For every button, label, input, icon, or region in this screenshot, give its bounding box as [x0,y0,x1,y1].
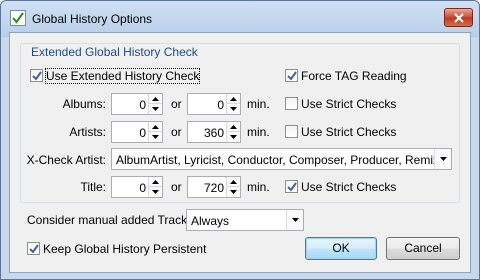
keep-persistent-checkbox[interactable] [27,242,40,255]
title-max-value[interactable]: 720 [204,181,224,195]
spin-up-button[interactable] [227,94,240,104]
cancel-button[interactable]: Cancel [386,237,460,260]
albums-or-label: or [171,97,182,111]
artists-label: Artists: [69,125,106,139]
title-label: Title: [80,180,106,194]
app-checkmark-icon [10,10,26,26]
force-tag-label[interactable]: Force TAG Reading [301,69,407,83]
artists-max-value[interactable]: 360 [204,126,224,140]
spin-down-button[interactable] [227,104,240,114]
up-arrow-icon [152,97,159,101]
down-arrow-icon [152,107,159,111]
spin-up-button[interactable] [227,177,240,187]
force-tag-checkbox[interactable] [285,69,298,82]
up-arrow-icon [152,180,159,184]
checkmark-icon [32,71,42,81]
checkmark-icon [29,244,39,254]
title-strict-checkbox[interactable] [285,180,298,193]
spin-up-button[interactable] [149,122,162,132]
albums-min-value[interactable]: 0 [139,98,146,112]
down-arrow-icon [230,107,237,111]
artists-strict-label[interactable]: Use Strict Checks [301,125,396,139]
ok-button[interactable]: OK [305,237,377,260]
up-arrow-icon [230,180,237,184]
down-arrow-icon [152,135,159,139]
xcheck-artist-value[interactable]: AlbumArtist, Lyricist, Conductor, Compos… [116,153,434,167]
spin-down-button[interactable] [227,132,240,142]
close-icon [454,13,464,23]
artists-min-spinner[interactable]: 0 [111,121,163,143]
manual-tracks-value[interactable]: Always [191,214,229,228]
checkmark-icon [287,71,297,81]
albums-unit-label: min. [247,97,270,111]
up-arrow-icon [230,125,237,129]
title-unit-label: min. [247,180,270,194]
dropdown-button[interactable] [286,210,303,230]
title-min-value[interactable]: 0 [139,181,146,195]
title-or-label: or [171,180,182,194]
use-extended-label[interactable]: Use Extended History Check [44,68,201,84]
spin-down-button[interactable] [227,187,240,197]
keep-persistent-label[interactable]: Keep Global History Persistent [43,242,206,256]
spin-up-button[interactable] [149,94,162,104]
spin-up-button[interactable] [227,122,240,132]
down-arrow-icon [230,190,237,194]
spin-down-button[interactable] [149,104,162,114]
albums-max-value[interactable]: 0 [217,98,224,112]
spin-up-button[interactable] [149,177,162,187]
down-arrow-icon [230,135,237,139]
checkmark-icon [287,182,297,192]
manual-tracks-label: Consider manual added Tracks: [27,213,197,227]
spin-down-button[interactable] [149,132,162,142]
albums-min-spinner[interactable]: 0 [111,93,163,115]
up-arrow-icon [152,125,159,129]
artists-or-label: or [171,125,182,139]
artists-max-spinner[interactable]: 360 [187,121,241,143]
artists-min-value[interactable]: 0 [139,126,146,140]
albums-strict-label[interactable]: Use Strict Checks [301,97,396,111]
window-title: Global History Options [32,12,153,26]
xcheck-artist-combobox[interactable]: AlbumArtist, Lyricist, Conductor, Compos… [111,148,452,170]
title-min-spinner[interactable]: 0 [111,176,163,198]
xcheck-artist-label: X-Check Artist: [26,153,106,167]
group-title: Extended Global History Check [29,45,200,59]
albums-max-spinner[interactable]: 0 [187,93,241,115]
spin-down-button[interactable] [149,187,162,197]
use-extended-checkbox[interactable] [30,69,43,82]
close-button[interactable] [444,8,473,27]
up-arrow-icon [230,97,237,101]
down-arrow-icon [152,190,159,194]
albums-strict-checkbox[interactable] [285,97,298,110]
dropdown-button[interactable] [434,149,451,169]
chevron-down-icon [292,218,299,222]
title-strict-label[interactable]: Use Strict Checks [301,180,396,194]
chevron-down-icon [440,157,447,161]
title-max-spinner[interactable]: 720 [187,176,241,198]
albums-label: Albums: [62,97,106,111]
artists-unit-label: min. [247,125,270,139]
manual-tracks-combobox[interactable]: Always [186,209,304,231]
artists-strict-checkbox[interactable] [285,125,298,138]
